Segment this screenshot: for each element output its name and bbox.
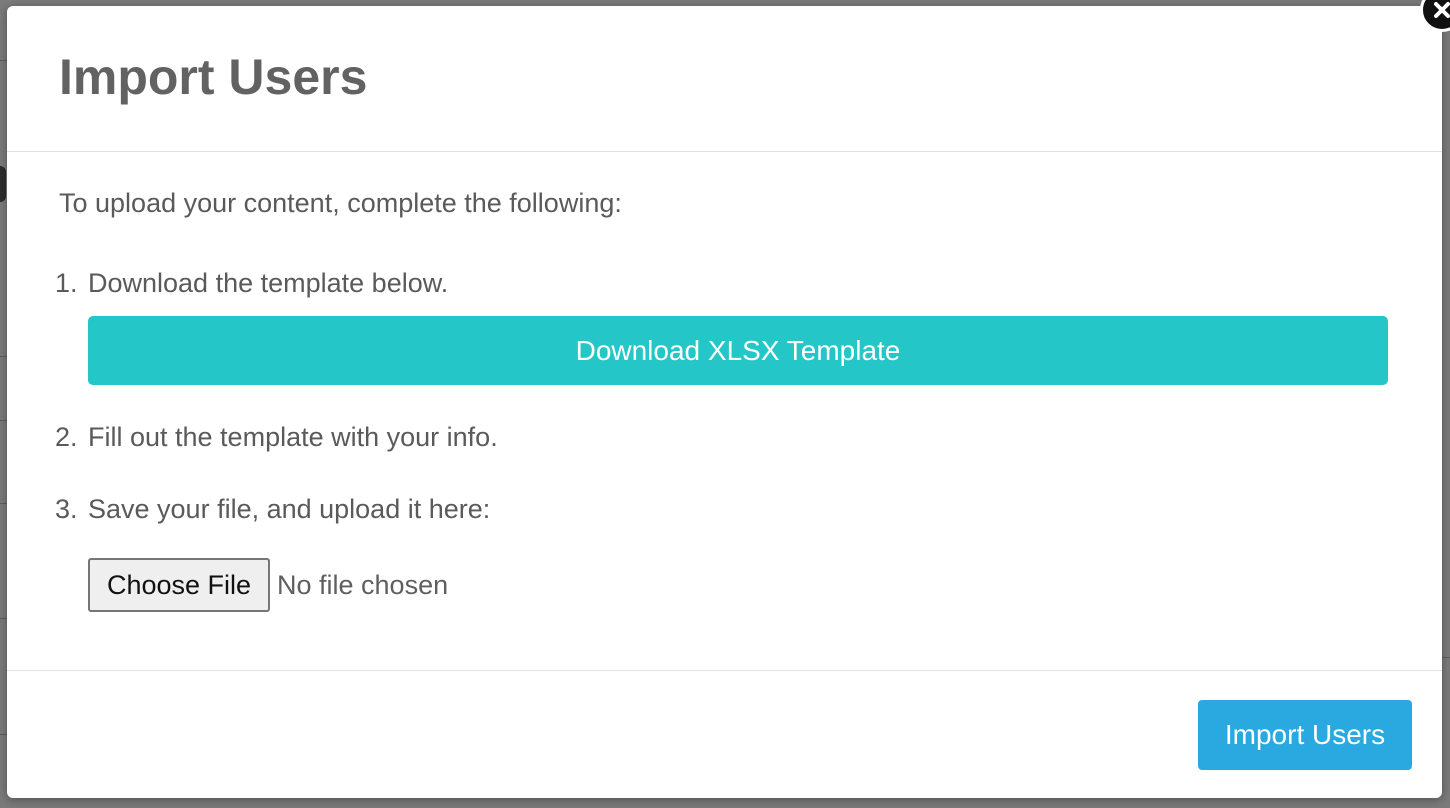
step-number: 1. (55, 268, 78, 298)
step-fill-out: 2. Fill out the template with your info. (55, 420, 498, 454)
step-text: Download the template below. (88, 268, 449, 298)
modal-body: To upload your content, complete the fol… (7, 152, 1442, 670)
step-download: 1. Download the template below. (55, 266, 448, 300)
file-status-text: No file chosen (277, 569, 449, 600)
modal-header: Import Users (7, 6, 1442, 152)
step-text: Save your file, and upload it here: (88, 494, 491, 524)
step-text: Fill out the template with your info. (88, 422, 498, 452)
download-template-button[interactable]: Download XLSX Template (88, 316, 1388, 385)
import-users-button[interactable]: Import Users (1198, 700, 1412, 770)
close-icon (1434, 2, 1450, 18)
intro-text: To upload your content, complete the fol… (59, 188, 622, 218)
modal-footer: Import Users (7, 670, 1442, 798)
step-upload: 3. Save your file, and upload it here: (55, 492, 490, 526)
step-number: 2. (55, 422, 78, 452)
backdrop-page (0, 166, 6, 202)
choose-file-button[interactable]: Choose File (88, 558, 270, 612)
file-input: Choose File No file chosen (88, 558, 448, 612)
import-users-modal: Import Users To upload your content, com… (7, 6, 1442, 798)
step-number: 3. (55, 494, 78, 524)
modal-title: Import Users (59, 49, 368, 105)
